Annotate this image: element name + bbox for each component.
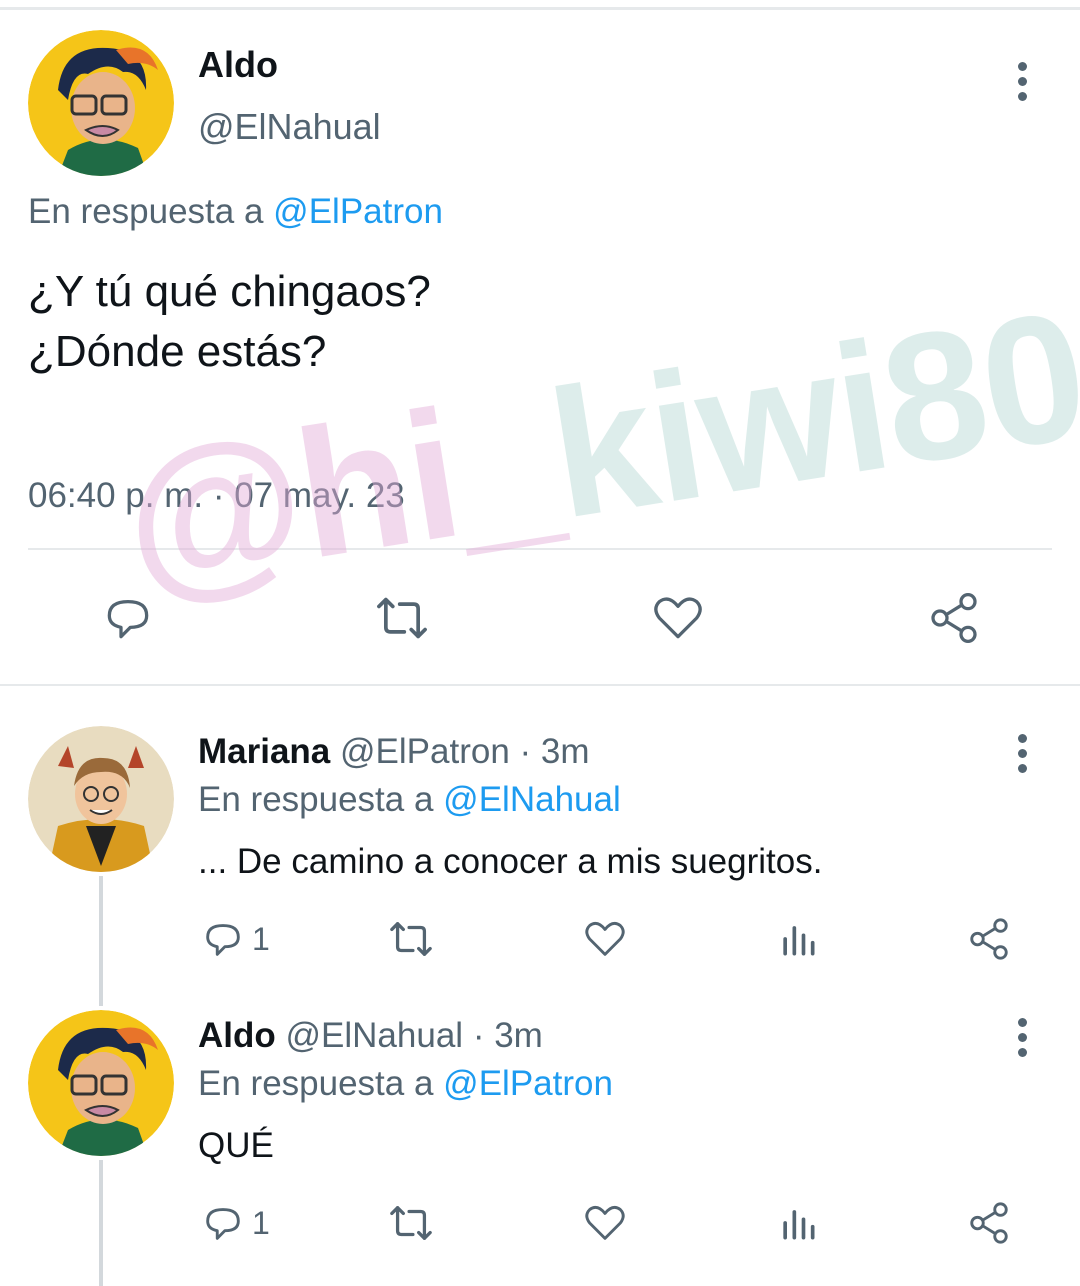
- avatar-mariana[interactable]: [28, 726, 174, 872]
- reply-header: Aldo @ElNahual · 3m: [198, 1016, 543, 1056]
- reply-text: QUÉ: [198, 1126, 274, 1165]
- top-divider: [0, 0, 1080, 10]
- share-button[interactable]: [926, 590, 982, 646]
- like-button[interactable]: [582, 1200, 628, 1246]
- reply-count: 1: [252, 1204, 270, 1241]
- share-icon: [970, 918, 1008, 960]
- like-button[interactable]: [650, 590, 706, 646]
- reply-prefix: En respuesta a: [198, 1064, 434, 1103]
- avatar-aldo[interactable]: [28, 30, 174, 176]
- watermark-part: kiwi801: [537, 256, 1080, 557]
- retweet-icon: [390, 922, 432, 956]
- reply-context: En respuesta a @ElPatron: [28, 192, 443, 232]
- retweet-icon: [390, 1206, 432, 1240]
- share-icon: [970, 1202, 1008, 1244]
- like-icon: [654, 597, 702, 639]
- author-name[interactable]: Aldo: [198, 1016, 276, 1055]
- more-icon[interactable]: [1016, 734, 1028, 779]
- reply-icon: [206, 924, 240, 956]
- author-handle[interactable]: @ElNahual: [286, 1016, 464, 1055]
- share-icon: [931, 593, 977, 643]
- reply-context: En respuesta a @ElPatron: [198, 1064, 613, 1104]
- divider: [28, 548, 1052, 550]
- divider: [0, 684, 1080, 686]
- like-icon: [585, 922, 625, 956]
- author-name[interactable]: Aldo: [198, 44, 278, 86]
- reply-count: 1: [252, 920, 270, 957]
- analytics-button[interactable]: [776, 1200, 820, 1246]
- author-name[interactable]: Mariana: [198, 732, 330, 771]
- reply-icon: [107, 600, 149, 639]
- thread-line: [99, 1160, 103, 1286]
- like-button[interactable]: [582, 916, 628, 962]
- reply-header: Mariana @ElPatron · 3m: [198, 732, 590, 772]
- reply-to-link[interactable]: @ElPatron: [273, 192, 443, 231]
- retweet-button[interactable]: [386, 916, 436, 962]
- reply-to-link[interactable]: @ElNahual: [443, 780, 621, 819]
- reply-icon: [206, 1208, 240, 1240]
- reply-button[interactable]: [100, 590, 156, 646]
- analytics-icon: [783, 926, 815, 956]
- tweet-text-line: ¿Dónde estás?: [28, 327, 327, 376]
- share-button[interactable]: [966, 916, 1012, 962]
- tweet-text: ¿Y tú qué chingaos? ¿Dónde estás?: [28, 262, 431, 382]
- retweet-button[interactable]: [386, 1200, 436, 1246]
- like-icon: [585, 1206, 625, 1240]
- author-handle[interactable]: @ElNahual: [198, 106, 381, 148]
- more-icon[interactable]: [1016, 62, 1028, 107]
- more-icon[interactable]: [1016, 1018, 1028, 1063]
- avatar-aldo[interactable]: [28, 1010, 174, 1156]
- share-button[interactable]: [966, 1200, 1012, 1246]
- reply-prefix: En respuesta a: [28, 192, 264, 231]
- reply-button[interactable]: 1: [200, 916, 270, 962]
- reply-time[interactable]: · 3m: [473, 1016, 543, 1055]
- retweet-icon: [377, 597, 427, 639]
- analytics-button[interactable]: [776, 916, 820, 962]
- reply-to-link[interactable]: @ElPatron: [443, 1064, 613, 1103]
- analytics-icon: [783, 1210, 815, 1240]
- reply-context: En respuesta a @ElNahual: [198, 780, 621, 820]
- reply-button[interactable]: 1: [200, 1200, 270, 1246]
- retweet-button[interactable]: [372, 590, 432, 646]
- tweet-text-line: ¿Y tú qué chingaos?: [28, 267, 431, 316]
- reply-time[interactable]: · 3m: [520, 732, 590, 771]
- author-handle[interactable]: @ElPatron: [340, 732, 510, 771]
- thread-line: [99, 876, 103, 1006]
- reply-prefix: En respuesta a: [198, 780, 434, 819]
- timestamp[interactable]: 06:40 p. m. · 07 may. 23: [28, 476, 405, 516]
- reply-text: ... De camino a conocer a mis suegritos.: [198, 842, 823, 881]
